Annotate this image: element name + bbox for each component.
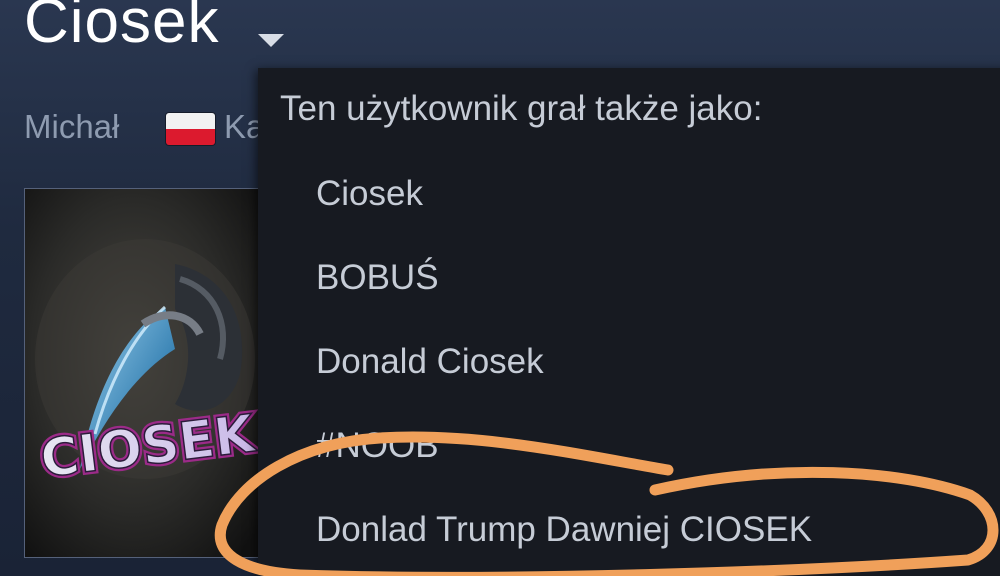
avatar[interactable]: CIOSEK CIOSEK xyxy=(24,188,264,558)
alias-history-title: Ten użytkownik grał także jako: xyxy=(280,89,763,128)
real-name: Michał xyxy=(24,108,120,145)
alias-history-dropdown: Ten użytkownik grał także jako: Ciosek B… xyxy=(258,68,1000,576)
alias-item: BOBUŚ xyxy=(316,258,439,297)
avatar-image: CIOSEK CIOSEK xyxy=(25,189,263,557)
steam-profile-page: Ciosek Michał Ka CIOSEK CIOSEK Ten użytk… xyxy=(0,0,1000,576)
persona-name: Ciosek xyxy=(24,0,220,56)
alias-item: Ciosek xyxy=(316,174,423,213)
chevron-down-icon[interactable] xyxy=(258,34,284,47)
poland-flag-icon xyxy=(166,113,215,145)
alias-item: Donlad Trump Dawniej CIOSEK xyxy=(316,510,813,549)
alias-item: #NOOB xyxy=(316,426,439,465)
alias-item: Donald Ciosek xyxy=(316,342,544,381)
